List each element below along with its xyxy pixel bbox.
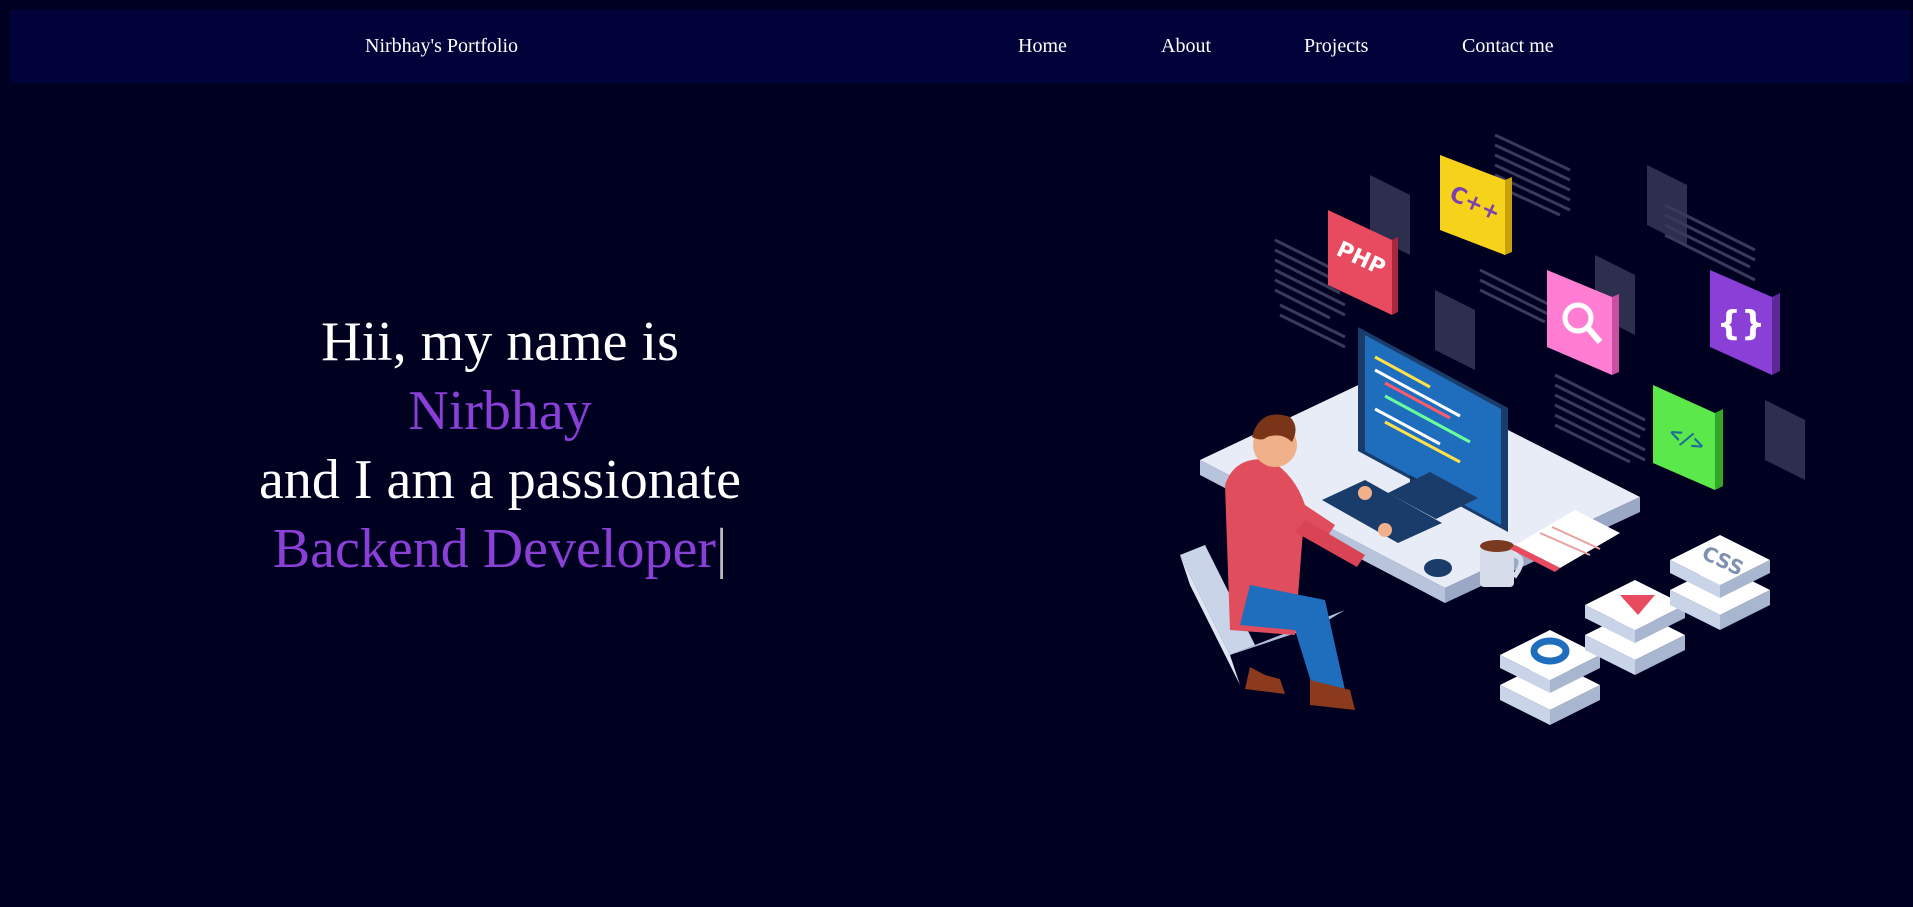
- braces-icon: {}: [1710, 270, 1780, 375]
- hero-role: Backend Developer: [272, 518, 716, 580]
- developer-illustration: PHP C++ {} </> CSS: [1180, 133, 1805, 725]
- code-tag-icon: </>: [1653, 385, 1723, 490]
- hero-intro: Hii, my name is Nirbhay and I am a passi…: [200, 308, 800, 584]
- navbar: Nirbhay's Portfolio Home About Projects …: [10, 10, 1911, 83]
- typing-cursor: |: [715, 518, 728, 580]
- svg-text:{}: {}: [1717, 304, 1765, 344]
- hero-tagline: and I am a passionate: [258, 449, 742, 511]
- hero-name: Nirbhay: [408, 380, 592, 442]
- nav-about-link[interactable]: About: [1161, 10, 1211, 83]
- nav-contact-link[interactable]: Contact me: [1462, 10, 1554, 83]
- nav-links: Home About Projects Contact me: [10, 10, 1911, 83]
- hero-role-line: Backend Developer|: [200, 515, 800, 584]
- cpp-icon: C++: [1440, 155, 1512, 255]
- nav-home-link[interactable]: Home: [1018, 10, 1067, 83]
- nav-projects-link[interactable]: Projects: [1304, 10, 1368, 83]
- mouse-icon: [1424, 559, 1452, 577]
- hero-greeting: Hii, my name is: [321, 311, 679, 373]
